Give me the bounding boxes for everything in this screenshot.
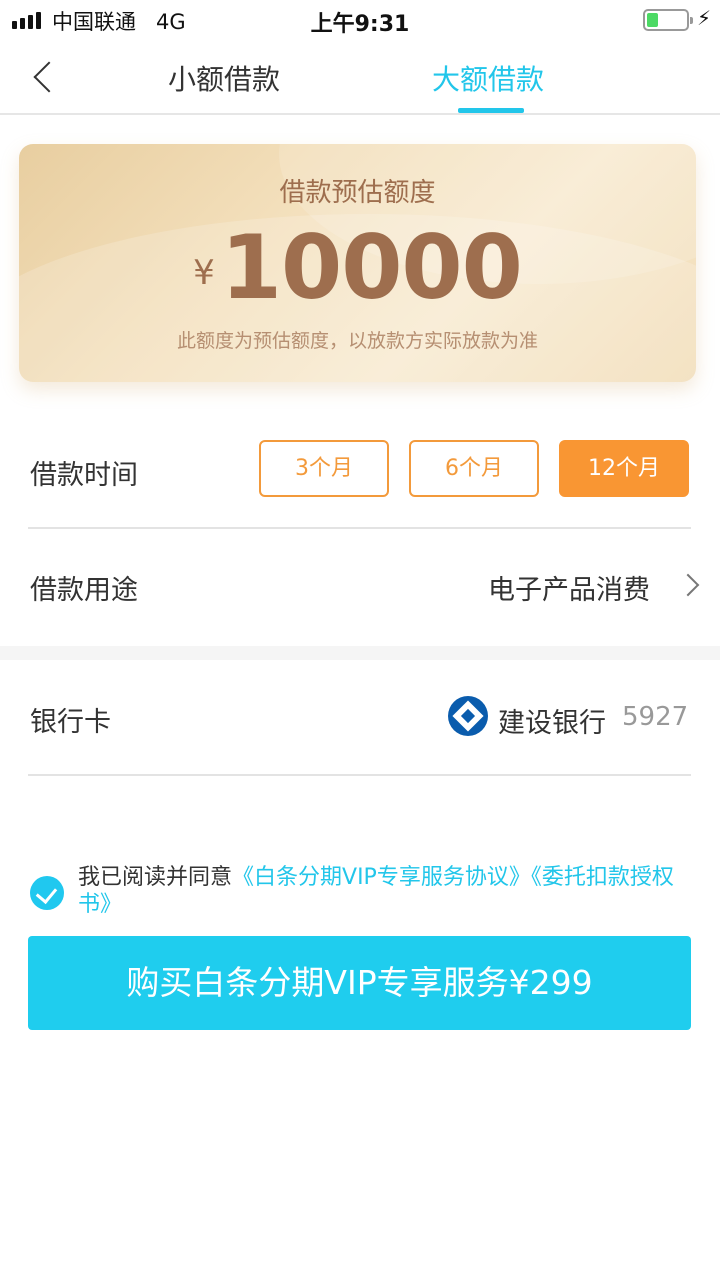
amount-value: 10000	[220, 216, 523, 319]
term-3-months-button[interactable]: 3个月	[259, 440, 389, 497]
loan-purpose-label: 借款用途	[30, 575, 138, 606]
agreement-prefix: 我已阅读并同意	[78, 865, 233, 890]
status-time: 上午9:31	[310, 12, 410, 37]
nav-bar: 小额借款 大额借款	[0, 40, 720, 115]
term-12-months-button[interactable]: 12个月	[559, 440, 689, 497]
agreement-text: 我已阅读并同意《白条分期VIP专享服务协议》《委托扣款授权书》	[78, 864, 688, 918]
currency-symbol: ¥	[193, 253, 215, 293]
section-gap	[0, 646, 720, 660]
estimate-title: 借款预估额度	[279, 178, 436, 208]
loan-purpose-value: 电子产品消费	[488, 575, 650, 606]
bank-name: 建设银行	[498, 708, 606, 739]
status-bar: 中国联通 4G 上午9:31 ⚡	[0, 0, 720, 40]
charging-icon: ⚡	[697, 6, 712, 30]
estimate-note: 此额度为预估额度，以放款方实际放款为准	[176, 330, 538, 352]
active-tab-indicator	[458, 108, 524, 113]
card-tail-number: 5927	[622, 702, 689, 732]
estimate-amount: ¥10000	[19, 216, 696, 319]
loan-estimate-card: 借款预估额度 ¥10000 此额度为预估额度，以放款方实际放款为准	[19, 144, 696, 382]
bank-card-label: 银行卡	[30, 707, 111, 738]
divider	[28, 527, 691, 529]
buy-vip-service-button[interactable]: 购买白条分期VIP专享服务¥299	[28, 936, 691, 1030]
tab-small-loan[interactable]: 小额借款	[168, 58, 280, 98]
tab-large-loan[interactable]: 大额借款	[432, 58, 544, 98]
chevron-right-icon	[676, 573, 700, 597]
term-6-months-button[interactable]: 6个月	[409, 440, 539, 497]
ccb-logo-icon	[448, 696, 488, 736]
loan-term-label: 借款时间	[30, 460, 138, 491]
battery-icon	[643, 9, 693, 31]
agree-checkbox[interactable]	[30, 876, 64, 910]
back-icon[interactable]	[33, 61, 65, 93]
divider	[28, 774, 691, 776]
vip-service-agreement-link[interactable]: 《白条分期VIP专享服务协议》	[232, 865, 531, 890]
